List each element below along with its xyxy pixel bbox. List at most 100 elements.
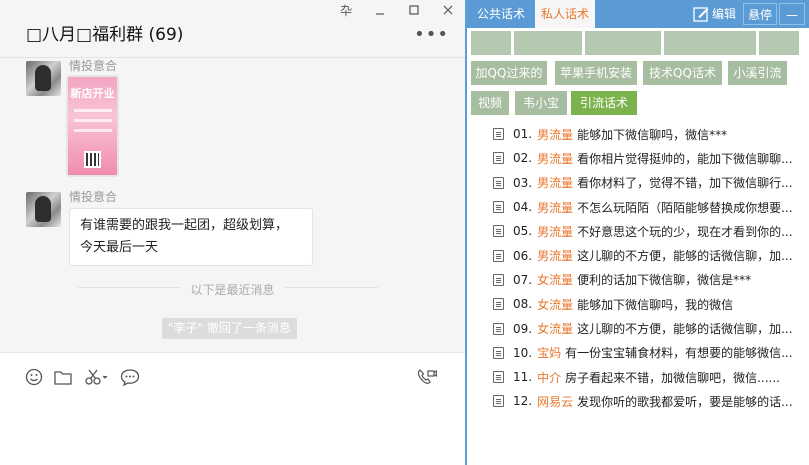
document-icon	[493, 371, 504, 384]
document-icon	[493, 322, 504, 335]
window-controls: 卆	[329, 0, 465, 20]
edit-button[interactable]: 编辑	[689, 3, 740, 25]
phrase-item[interactable]: 07. 女流量 便利的话加下微信聊，微信是***	[493, 268, 809, 292]
category-tag[interactable]: 技术QQ话术	[643, 61, 722, 85]
phrase-text: 这儿聊的不方便，能够的话微信聊，加...	[577, 249, 793, 264]
phrase-item[interactable]: 05. 男流量 不好意思这个玩的少，现在才看到你的...	[493, 219, 809, 243]
phrase-tag: 男流量	[537, 249, 574, 264]
document-icon	[493, 395, 504, 408]
phrase-text: 能够加下微信聊吗，我的微信	[577, 297, 734, 312]
collapse-button[interactable]: —	[779, 3, 805, 25]
phrase-text: 有一份宝宝辅食材料，有想要的能够微信...	[565, 346, 793, 361]
sender-name: 情投意合	[69, 190, 118, 204]
phrase-tag: 中介	[537, 370, 562, 385]
phrase-item[interactable]: 03. 男流量 看你材料了，觉得不错，加下微信聊行...	[493, 171, 809, 195]
phrase-text: 看你材料了，觉得不错，加下微信聊行...	[577, 176, 793, 191]
category-tag-hidden[interactable]	[585, 31, 661, 55]
phrase-tag: 男流量	[537, 151, 574, 166]
chat-history-button[interactable]	[120, 367, 140, 387]
document-icon	[493, 152, 504, 165]
phrase-text: 看你相片觉得挺帅的，能加下微信聊聊...	[577, 151, 793, 166]
phrase-item[interactable]: 06. 男流量 这儿聊的不方便，能够的话微信聊，加...	[493, 243, 809, 267]
scissors-icon	[85, 369, 108, 385]
chat-bubble-icon	[120, 369, 140, 386]
phrase-item[interactable]: 02. 男流量 看你相片觉得挺帅的，能加下微信聊聊...	[493, 146, 809, 170]
phrase-tag: 男流量	[537, 200, 574, 215]
phrase-item[interactable]: 10. 宝妈 有一份宝宝辅食材料，有想要的能够微信...	[493, 341, 809, 365]
phrase-text: 这儿聊的不方便，能够的话微信聊，加...	[577, 322, 793, 337]
image-message[interactable]: 新店开业	[66, 75, 119, 177]
category-tag-hidden[interactable]	[471, 31, 511, 55]
divider-label: 以下是最近消息	[180, 283, 285, 297]
phrase-panel: 公共话术 私人话术 编辑 悬停 — 加QQ过来的 苹果手机安装 技术QQ话术 小…	[465, 0, 809, 465]
phrase-tag: 女流量	[537, 322, 574, 337]
emoji-button[interactable]	[24, 367, 44, 387]
category-tag[interactable]: 小溪引流	[728, 61, 787, 85]
category-tag-active[interactable]: 引流话术	[571, 91, 637, 115]
document-icon	[493, 176, 504, 189]
message-line: 有谁需要的跟我一起团，超级划算，	[80, 218, 289, 233]
document-icon	[493, 249, 504, 262]
video-call-icon	[417, 369, 437, 384]
maximize-button[interactable]	[397, 0, 431, 20]
category-tag[interactable]: 韦小宝	[515, 91, 567, 115]
phrase-text: 房子看起来不错，加微信聊吧，微信......	[565, 370, 780, 385]
phrase-text: 能够加下微信聊吗，微信***	[577, 127, 728, 142]
document-icon	[493, 273, 504, 286]
phrase-text: 发现你听的歌我都爱听，要是能够的话...	[577, 394, 793, 409]
phrase-list: 01. 男流量 能够加下微信聊吗，微信*** 02. 男流量 看你相片觉得挺帅的，能加下…	[493, 122, 809, 414]
document-icon	[493, 201, 504, 214]
minimize-icon	[376, 13, 384, 15]
recall-notice: "李子" 撤回了一条消息	[162, 318, 297, 339]
document-icon	[493, 128, 504, 141]
tab-private-phrases[interactable]: 私人话术	[535, 0, 596, 28]
chat-title: □八月□福利群 (69)	[26, 25, 184, 45]
avatar[interactable]	[26, 192, 61, 227]
screenshot-button[interactable]	[84, 367, 110, 387]
avatar[interactable]	[26, 61, 61, 96]
phrase-text: 不好意思这个玩的少，现在才看到你的...	[577, 224, 793, 239]
category-tag[interactable]: 加QQ过来的	[471, 61, 547, 85]
phrase-item[interactable]: 01. 男流量 能够加下微信聊吗，微信***	[493, 122, 809, 146]
close-button[interactable]	[431, 0, 465, 20]
phrase-item[interactable]: 08. 女流量 能够加下微信聊吗，我的微信	[493, 292, 809, 316]
more-options-button[interactable]: •••	[414, 24, 449, 45]
phrase-item[interactable]: 12. 网易云 发现你听的歌我都爱听，要是能够的话...	[493, 389, 809, 413]
close-icon	[443, 5, 453, 15]
text-message-bubble[interactable]: 有谁需要的跟我一起团，超级划算， 今天最后一天	[69, 208, 313, 266]
category-tag-hidden[interactable]	[514, 31, 582, 55]
phrase-text: 便利的话加下微信聊，微信是***	[577, 273, 752, 288]
emoji-icon	[25, 368, 43, 386]
phrase-tag: 宝妈	[537, 346, 562, 361]
category-tag[interactable]: 苹果手机安装	[555, 61, 637, 85]
phrase-tag: 女流量	[537, 297, 574, 312]
qr-code-icon	[84, 151, 101, 168]
file-button[interactable]	[53, 367, 73, 387]
phrase-tag: 男流量	[537, 224, 574, 239]
phrase-item[interactable]: 11. 中介 房子看起来不错，加微信聊吧，微信......	[493, 365, 809, 389]
sender-name: 情投意合	[69, 59, 118, 73]
phrase-text: 不怎么玩陌陌（陌陌能够替换成你想要...	[577, 200, 793, 215]
pin-hover-button[interactable]: 悬停	[743, 3, 778, 25]
edit-label: 编辑	[712, 7, 737, 21]
phrase-tag: 网易云	[537, 394, 574, 409]
input-toolbar	[0, 352, 465, 465]
maximize-icon	[409, 5, 419, 15]
folder-icon	[54, 371, 72, 385]
category-tag-hidden[interactable]	[759, 31, 799, 55]
phrase-tag: 男流量	[537, 127, 574, 142]
document-icon	[493, 298, 504, 311]
pin-button[interactable]: 卆	[329, 0, 363, 20]
phrase-item[interactable]: 04. 男流量 不怎么玩陌陌（陌陌能够替换成你想要...	[493, 195, 809, 219]
tab-public-phrases[interactable]: 公共话术	[471, 0, 531, 28]
video-call-button[interactable]	[417, 367, 437, 387]
panel-header: 公共话术 私人话术 编辑 悬停 —	[467, 0, 809, 28]
category-tag[interactable]: 视频	[471, 91, 509, 115]
minimize-button[interactable]	[363, 0, 397, 20]
message-line: 今天最后一天	[80, 240, 159, 255]
phrase-tag: 女流量	[537, 273, 574, 288]
document-icon	[493, 346, 504, 359]
category-tag-hidden[interactable]	[664, 31, 756, 55]
recent-messages-divider: 以下是最近消息	[0, 281, 465, 298]
phrase-item[interactable]: 09. 女流量 这儿聊的不方便，能够的话微信聊，加...	[493, 316, 809, 340]
